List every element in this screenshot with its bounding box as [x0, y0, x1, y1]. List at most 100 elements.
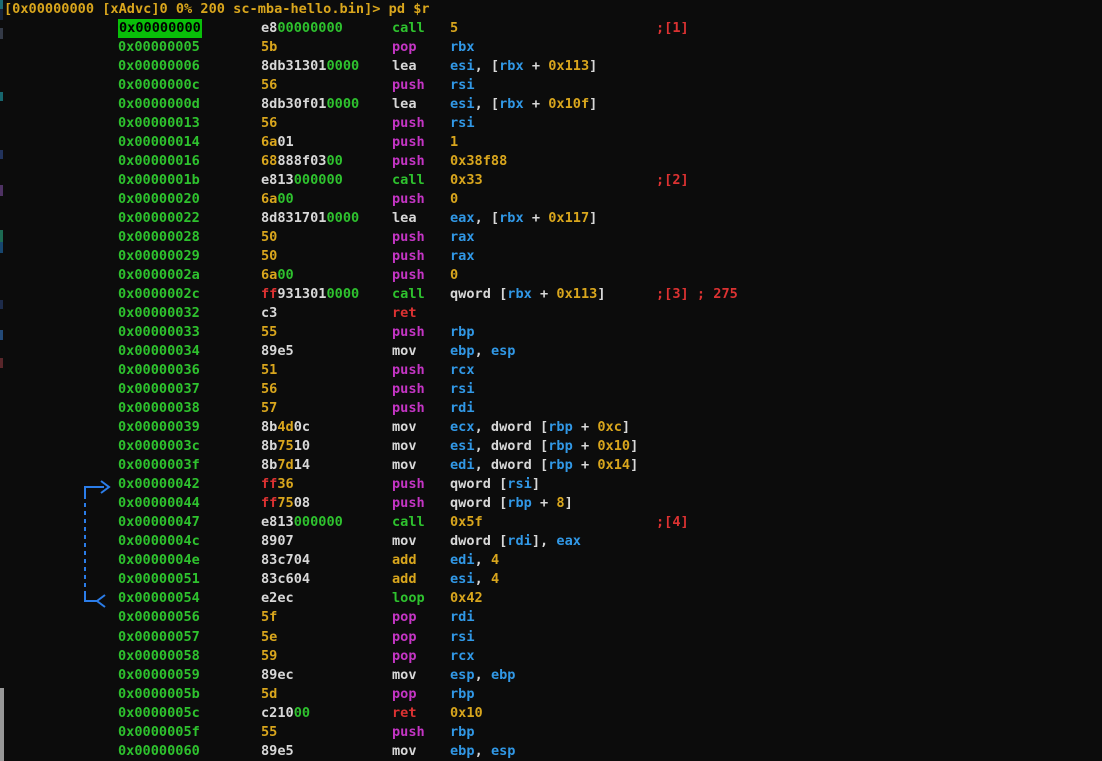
mnemonic: pop [392, 38, 417, 57]
opcode-bytes: 83c704 [261, 551, 310, 570]
operands: esp, ebp [450, 666, 516, 685]
opcode-bytes: 89ec [261, 666, 294, 685]
opcode-bytes: 8b4d0c [261, 418, 310, 437]
address: 0x00000054 [118, 589, 200, 608]
mnemonic: call [392, 285, 425, 304]
operands: qword [rbp + 8] [450, 494, 573, 513]
operands: ecx, dword [rbp + 0xc] [450, 418, 630, 437]
arrowhead-left-icon [97, 595, 105, 607]
mnemonic: push [392, 323, 425, 342]
mnemonic: push [392, 152, 425, 171]
mnemonic: push [392, 228, 425, 247]
operands: rcx [450, 361, 475, 380]
opcode-bytes: 5f [261, 608, 277, 627]
opcode-bytes: 8d8317010000 [261, 209, 359, 228]
opcode-bytes: 50 [261, 228, 277, 247]
address: 0x00000034 [118, 342, 200, 361]
opcode-bytes: e813000000 [261, 513, 343, 532]
disasm-row: 0x0000003857pushrdi [0, 399, 1102, 418]
disasm-row: 0x0000005183c604addesi, 4 [0, 570, 1102, 589]
mnemonic: loop [392, 589, 425, 608]
opcode-bytes: 8b7510 [261, 437, 310, 456]
operands: rcx [450, 647, 475, 666]
operands: esi, 4 [450, 570, 499, 589]
disasm-row: 0x0000004e 83c704 add edi, 4 [0, 551, 1102, 570]
operands: 1 [450, 133, 458, 152]
address: 0x0000003f [118, 456, 200, 475]
operands: 0 [450, 190, 458, 209]
operands: ebp, esp [450, 742, 516, 761]
disasm-row: 0x0000005859poprcx [0, 647, 1102, 666]
address: 0x0000004e [118, 551, 200, 570]
address: 0x00000020 [118, 190, 200, 209]
opcode-bytes: e2ec [261, 589, 294, 608]
opcode-bytes: e813000000 [261, 171, 343, 190]
disasm-row: 0x000000146a01push1 [0, 133, 1102, 152]
operands: rsi [450, 114, 475, 133]
mnemonic: push [392, 114, 425, 133]
address: 0x00000060 [118, 742, 200, 761]
disasm-row: 0x0000001668888f0300push0x38f88 [0, 152, 1102, 171]
opcode-bytes: 8907 [261, 532, 294, 551]
disasm-row: 0x0000005f55pushrbp [0, 723, 1102, 742]
disasm-row: 0x00000039 8b4d0c mov ecx, dword [rbp + 0xc… [0, 418, 1102, 437]
disasm-row: 0x0000006089e5movebp, esp [0, 742, 1102, 761]
mnemonic: pop [392, 647, 417, 666]
operands: edi, 4 [450, 551, 499, 570]
mnemonic: mov [392, 666, 417, 685]
mnemonic: push [392, 133, 425, 152]
mnemonic: call [392, 171, 425, 190]
address: 0x00000051 [118, 570, 200, 589]
disasm-row: 0x0000003355pushrbp [0, 323, 1102, 342]
mnemonic: add [392, 570, 417, 589]
disasm-row: 0x00000047e813000000call0x5f;[4] [0, 513, 1102, 532]
address: 0x00000028 [118, 228, 200, 247]
disasm-row: 0x0000002cff9313010000callqword [rbx + 0… [0, 285, 1102, 304]
command-line[interactable]: [0x00000000 [xAdvc]0 0% 200 sc-mba-hello… [4, 0, 430, 19]
disasm-row: 0x0000001be813000000call0x33;[2] [0, 171, 1102, 190]
disassembly-listing: 0x00000000e800000000call5;[1]0x000000055… [0, 19, 1102, 761]
address: 0x00000039 [118, 418, 200, 437]
opcode-bytes: 8db30f010000 [261, 95, 359, 114]
address: 0x00000044 [118, 494, 200, 513]
operands: ebp, esp [450, 342, 516, 361]
opcode-bytes: c21000 [261, 704, 310, 723]
disasm-row: 0x00000054e2ecloop0x42 [0, 589, 1102, 608]
mnemonic: mov [392, 532, 417, 551]
mnemonic: lea [392, 57, 417, 76]
mnemonic: mov [392, 437, 417, 456]
opcode-bytes: 68888f0300 [261, 152, 343, 171]
mnemonic: call [392, 19, 425, 38]
operands: rbp [450, 685, 475, 704]
address: 0x0000003c [118, 437, 200, 456]
operands: edi, dword [rbp + 0x14] [450, 456, 638, 475]
mnemonic: lea [392, 95, 417, 114]
address: 0x00000059 [118, 666, 200, 685]
mnemonic: pop [392, 628, 417, 647]
opcode-bytes: 6a00 [261, 190, 294, 209]
mnemonic: push [392, 399, 425, 418]
disasm-row: 0x00000020 6a00 push 0 [0, 190, 1102, 209]
disasm-row: 0x0000001356pushrsi [0, 114, 1102, 133]
disasm-row: 0x0000005cc21000ret0x10 [0, 704, 1102, 723]
opcode-bytes: 56 [261, 76, 277, 95]
operands: rdi [450, 399, 475, 418]
disasm-row: 0x0000004c8907movdword [rdi], eax [0, 532, 1102, 551]
mnemonic: add [392, 551, 417, 570]
address: 0x00000016 [118, 152, 200, 171]
mnemonic: mov [392, 418, 417, 437]
address: 0x0000005c [118, 704, 200, 723]
operands: rbx [450, 38, 475, 57]
mnemonic: push [392, 380, 425, 399]
mnemonic: call [392, 513, 425, 532]
disasm-row: 0x00000044ff7508pushqword [rbp + 8] [0, 494, 1102, 513]
mnemonic: push [392, 190, 425, 209]
opcode-bytes: 55 [261, 723, 277, 742]
scrollbar-mark [0, 0, 3, 9]
mnemonic: push [392, 475, 425, 494]
disasm-row: 0x000000055bpoprbx [0, 38, 1102, 57]
address: 0x00000022 [118, 209, 200, 228]
address: 0x00000058 [118, 647, 200, 666]
operands: rax [450, 228, 475, 247]
disasm-row: 0x0000005b5dpoprbp [0, 685, 1102, 704]
